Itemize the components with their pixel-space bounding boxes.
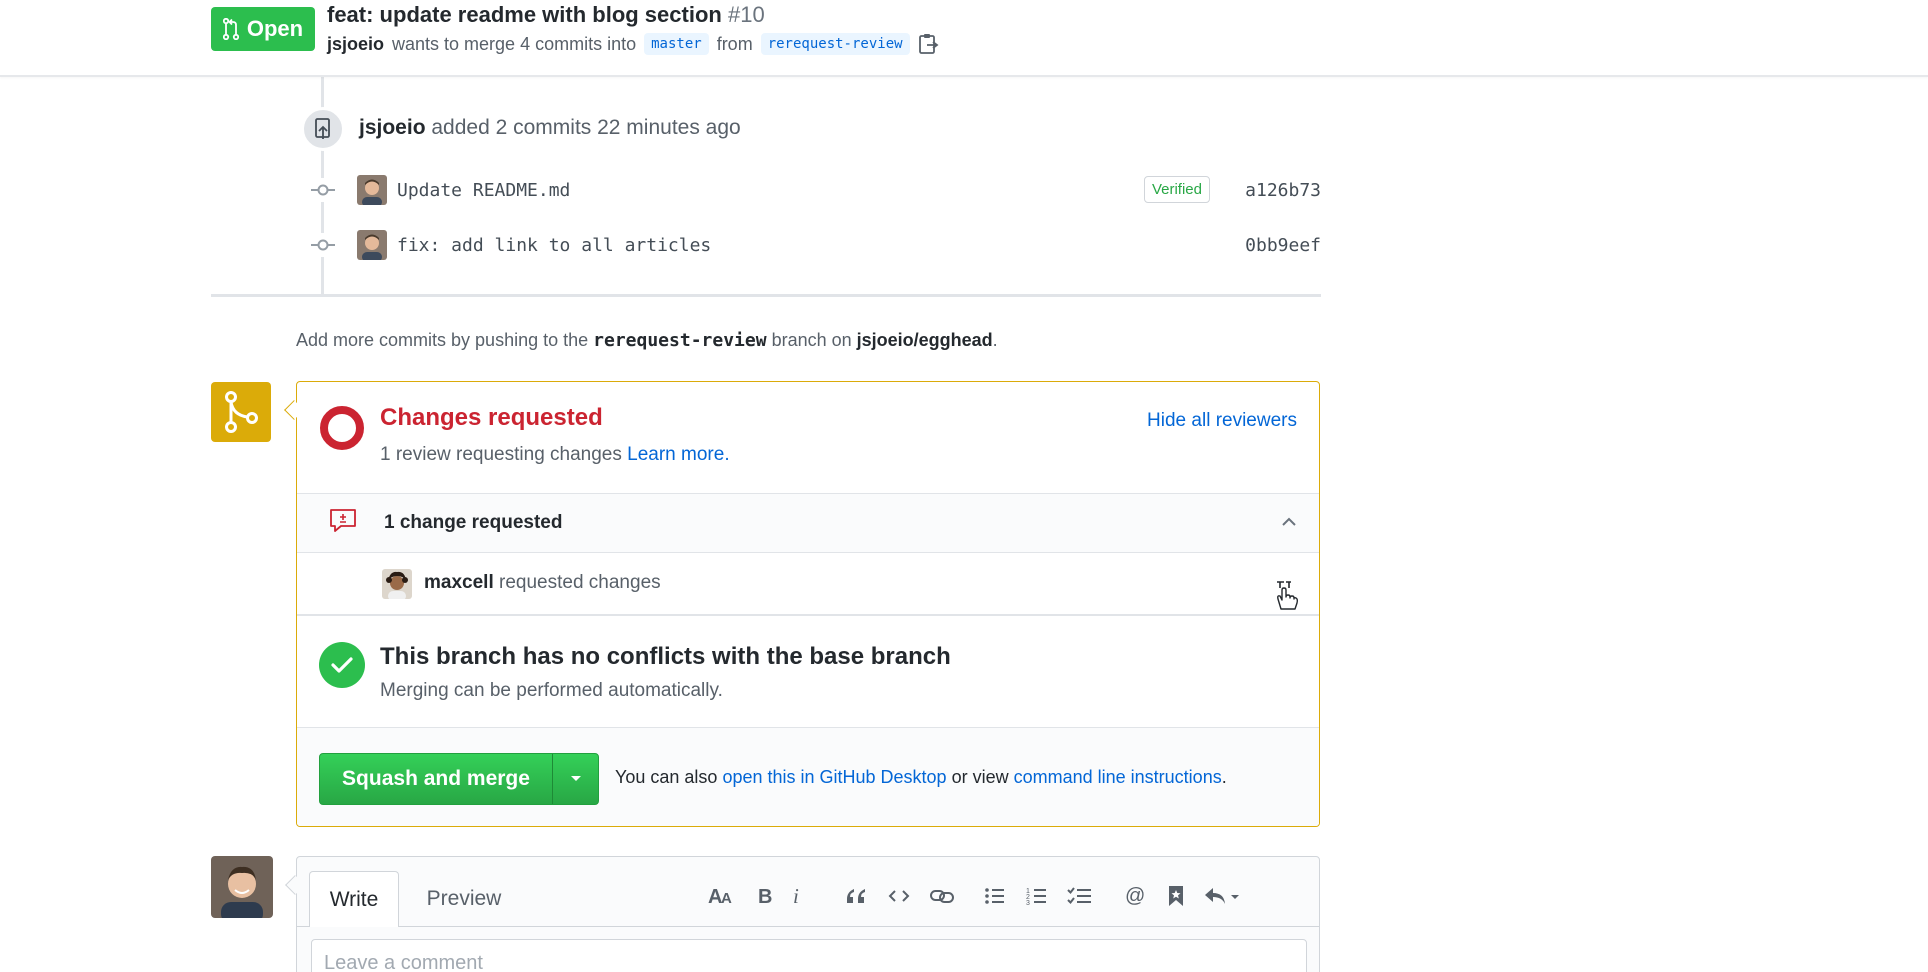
reviewer-avatar[interactable] [382, 569, 412, 599]
pr-title: feat: update readme with blog section #1… [327, 2, 765, 28]
saved-reply-icon[interactable] [1163, 881, 1189, 911]
kebab-menu-icon[interactable] [1271, 579, 1299, 611]
pr-merge-text: wants to merge 4 commits into [392, 33, 637, 54]
italic-icon[interactable]: i [787, 881, 807, 911]
link-icon[interactable] [927, 881, 957, 911]
reply-menu-icon[interactable] [1201, 881, 1247, 911]
squash-and-merge-button[interactable]: Squash and merge [320, 754, 553, 804]
review-status-title: Changes requested [380, 404, 603, 431]
commit-author-avatar[interactable] [357, 230, 387, 260]
push-hint-branch: rerequest-review [593, 330, 767, 351]
merge-alternatives-text: . [1221, 767, 1227, 787]
commit-sha-link[interactable]: a126b73 [1245, 180, 1321, 201]
check-circle-icon [319, 642, 365, 688]
text-size-icon[interactable]: AA [707, 881, 737, 911]
review-status-subtitle: 1 review requesting changes Learn more. [380, 444, 730, 466]
merge-status-icon [211, 382, 271, 442]
pr-title-text: feat: update readme with blog section [327, 2, 722, 27]
commit-message-link[interactable]: Update README.md [397, 180, 570, 201]
comment-form: Write Preview AA B i 123 @ Leave a comme… [296, 856, 1320, 972]
base-branch-label[interactable]: master [644, 33, 709, 55]
commit-sha-link[interactable]: 0bb9eef [1245, 235, 1321, 256]
chevron-up-icon[interactable] [1281, 516, 1297, 528]
comment-textarea[interactable]: Leave a comment [311, 939, 1307, 972]
mention-icon[interactable]: @ [1122, 881, 1150, 911]
pr-sticky-header: Open feat: update readme with blog secti… [0, 0, 1928, 77]
current-user-avatar[interactable] [211, 856, 273, 918]
push-event-badge [301, 107, 345, 151]
svg-text:A: A [721, 890, 732, 907]
reviewer-name-link[interactable]: maxcell [424, 572, 494, 593]
review-status-section: Changes requested 1 review requesting ch… [297, 382, 1319, 493]
push-event-text: jsjoeio added 2 commits 22 minutes ago [359, 116, 741, 140]
code-icon[interactable] [885, 881, 913, 911]
commit-icon [311, 178, 335, 202]
timeline-divider [211, 294, 1321, 297]
commit-author-avatar[interactable] [357, 175, 387, 205]
svg-text:i: i [793, 886, 799, 906]
merge-method-dropdown[interactable] [553, 754, 598, 804]
pull-request-icon [222, 18, 239, 40]
changes-requested-icon [320, 406, 364, 450]
git-merge-icon [225, 391, 258, 433]
bold-icon[interactable]: B [753, 881, 777, 911]
svg-text:B: B [758, 886, 772, 906]
head-branch-label[interactable]: rerequest-review [760, 33, 910, 55]
change-requested-row[interactable]: 1 change requested [297, 493, 1319, 553]
pr-number: #10 [727, 2, 765, 27]
command-line-instructions-link[interactable]: command line instructions [1014, 767, 1222, 787]
numbered-list-icon[interactable]: 123 [1023, 881, 1051, 911]
push-hint: Add more commits by pushing to the rereq… [296, 330, 998, 351]
merge-alternatives-text: or view [951, 767, 1009, 787]
conflicts-subtitle: Merging can be performed automatically. [380, 680, 723, 701]
merge-button-group: Squash and merge [319, 753, 599, 805]
tab-divider [297, 926, 1319, 927]
tab-preview[interactable]: Preview [409, 871, 519, 927]
pr-state-label: Open [246, 16, 304, 41]
change-requested-count: 1 change requested [384, 512, 563, 533]
pr-state-badge: Open [211, 7, 315, 51]
file-diff-comment-icon [330, 509, 356, 532]
pr-meta: jsjoeio wants to merge 4 commits into ma… [327, 32, 940, 56]
pr-from-text: from [716, 33, 753, 54]
bulleted-list-icon[interactable] [981, 881, 1009, 911]
reviewer-action-text: requested changes [499, 572, 661, 593]
reviewer-status: maxcell requested changes [424, 572, 661, 594]
learn-more-link[interactable]: Learn more. [627, 444, 729, 465]
push-hint-text: branch on [771, 330, 852, 350]
push-hint-text: Add more commits by pushing to the [296, 330, 589, 350]
merge-alternatives: You can also open this in GitHub Desktop… [615, 767, 1227, 788]
commit-row: fix: add link to all articles 0bb9eef [311, 227, 1321, 263]
merge-box: Changes requested 1 review requesting ch… [296, 381, 1320, 827]
verified-badge[interactable]: Verified [1143, 176, 1210, 203]
push-author-link[interactable]: jsjoeio [359, 116, 426, 139]
caret-down-icon [570, 776, 581, 781]
reviewer-row: maxcell requested changes [297, 553, 1319, 616]
pr-author-link[interactable]: jsjoeio [327, 34, 384, 55]
commit-icon [311, 233, 335, 257]
quote-icon[interactable] [842, 881, 870, 911]
merge-alternatives-text: You can also [615, 767, 718, 787]
copy-branch-icon[interactable] [918, 32, 940, 56]
repo-push-icon [315, 118, 330, 139]
github-desktop-link[interactable]: open this in GitHub Desktop [722, 767, 946, 787]
hide-reviewers-link[interactable]: Hide all reviewers [1147, 410, 1297, 432]
conflicts-section: This branch has no conflicts with the ba… [297, 616, 1319, 728]
svg-text:@: @ [1125, 885, 1145, 907]
push-hint-text: . [992, 330, 998, 350]
svg-text:3: 3 [1026, 900, 1030, 906]
commit-row: Update README.md Verified a126b73 [311, 172, 1321, 208]
task-list-icon[interactable] [1065, 881, 1095, 911]
tab-write[interactable]: Write [309, 871, 399, 927]
push-event-description: added 2 commits 22 minutes ago [431, 116, 741, 139]
conflicts-title: This branch has no conflicts with the ba… [380, 643, 951, 670]
push-hint-repo-link[interactable]: jsjoeio/egghead [857, 330, 993, 350]
merge-action-section: Squash and merge You can also open this … [297, 728, 1319, 826]
commit-message-link[interactable]: fix: add link to all articles [397, 235, 711, 256]
review-status-subtitle-text: 1 review requesting changes [380, 444, 622, 465]
